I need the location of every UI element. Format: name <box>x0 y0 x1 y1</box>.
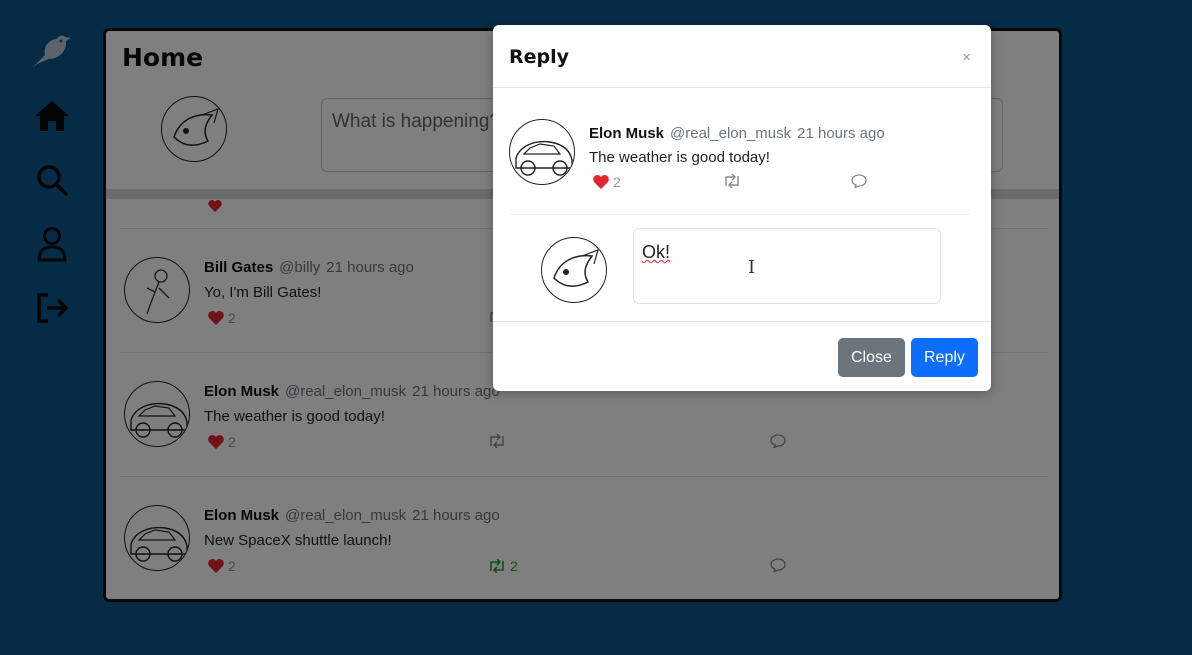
tweet-actions: 2 2 <box>204 558 804 578</box>
tweet-header: Elon Musk @real_elon_musk 21 hours ago <box>589 125 885 142</box>
tweet-time: 21 hours ago <box>412 507 500 524</box>
tweet-handle[interactable]: @billy <box>279 259 320 276</box>
tweet-text: New SpaceX shuttle launch! <box>204 532 392 549</box>
reply-modal: Reply × Elon Musk @real_elon_musk 21 hours… <box>493 25 991 391</box>
tweet-text: The weather is good today! <box>589 149 770 166</box>
retweet-button[interactable] <box>723 174 741 188</box>
tweet-author-name[interactable]: Elon Musk <box>204 383 279 400</box>
retweet-button[interactable]: 2 <box>488 558 518 574</box>
avatar[interactable] <box>541 237 607 303</box>
heart-icon <box>208 435 224 449</box>
sidebar <box>0 0 104 655</box>
tweet-header: Elon Musk @real_elon_musk 21 hours ago <box>204 507 500 524</box>
tweet-author-name[interactable]: Elon Musk <box>589 125 664 142</box>
heart-icon <box>593 175 609 189</box>
search-icon[interactable] <box>30 158 74 202</box>
tweet-time: 21 hours ago <box>326 259 414 276</box>
modal-footer: Close Reply <box>493 321 991 391</box>
avatar[interactable] <box>509 119 575 185</box>
tweet-header: Elon Musk @real_elon_musk 21 hours ago <box>204 383 500 400</box>
home-icon[interactable] <box>30 94 74 138</box>
text-cursor-icon: I <box>748 257 756 278</box>
like-count: 2 <box>228 310 236 326</box>
avatar[interactable] <box>124 505 190 571</box>
tweet-actions: 2 <box>589 174 889 194</box>
comment-button[interactable] <box>851 174 867 188</box>
tweet-actions: 2 <box>204 434 804 454</box>
tweet-text: The weather is good today! <box>204 408 385 425</box>
modal-header: Reply × <box>493 25 991 88</box>
tweet[interactable]: Elon Musk @real_elon_musk 21 hours ago New… <box>120 477 1048 599</box>
tweet-author-name[interactable]: Elon Musk <box>204 507 279 524</box>
retweet-icon <box>490 559 504 573</box>
like-count: 2 <box>228 434 236 450</box>
tweet-handle[interactable]: @real_elon_musk <box>285 507 406 524</box>
logout-icon[interactable] <box>30 286 74 330</box>
like-button[interactable]: 2 <box>593 174 621 190</box>
comment-icon <box>851 174 867 188</box>
close-button[interactable]: Close <box>838 338 905 377</box>
comment-button[interactable] <box>770 434 786 448</box>
tweet-text: Yo, I'm Bill Gates! <box>204 284 322 301</box>
tweet-header: Bill Gates @billy 21 hours ago <box>204 259 414 276</box>
modal-title: Reply <box>509 46 570 68</box>
original-tweet: Elon Musk @real_elon_musk 21 hours ago The… <box>509 119 971 215</box>
reply-input-value: Ok! <box>642 242 671 262</box>
comment-icon <box>770 434 786 448</box>
comment-button[interactable] <box>770 558 786 572</box>
heart-icon <box>208 311 224 325</box>
tweet-handle[interactable]: @real_elon_musk <box>670 125 791 142</box>
like-button[interactable]: 2 <box>208 310 236 326</box>
like-button[interactable]: 2 <box>208 558 236 574</box>
like-count: 2 <box>228 558 236 574</box>
tweet-time: 21 hours ago <box>797 125 885 142</box>
like-button[interactable]: 2 <box>208 434 236 450</box>
avatar[interactable] <box>161 96 227 162</box>
retweet-button[interactable] <box>488 434 506 448</box>
comment-icon <box>770 558 786 572</box>
heart-icon[interactable] <box>208 199 222 217</box>
tweet-author-name[interactable]: Bill Gates <box>204 259 273 276</box>
avatar[interactable] <box>124 257 190 323</box>
close-icon[interactable]: × <box>962 49 971 66</box>
retweet-count: 2 <box>510 558 518 574</box>
retweet-icon <box>490 434 504 448</box>
tweet-time: 21 hours ago <box>412 383 500 400</box>
bird-logo-icon[interactable] <box>30 29 74 73</box>
tweet-handle[interactable]: @real_elon_musk <box>285 383 406 400</box>
reply-button[interactable]: Reply <box>911 338 978 377</box>
retweet-icon <box>725 174 739 188</box>
heart-icon <box>208 559 224 573</box>
profile-icon[interactable] <box>30 222 74 266</box>
like-count: 2 <box>613 174 621 190</box>
avatar[interactable] <box>124 381 190 447</box>
reply-input[interactable]: Ok! I <box>633 228 941 304</box>
